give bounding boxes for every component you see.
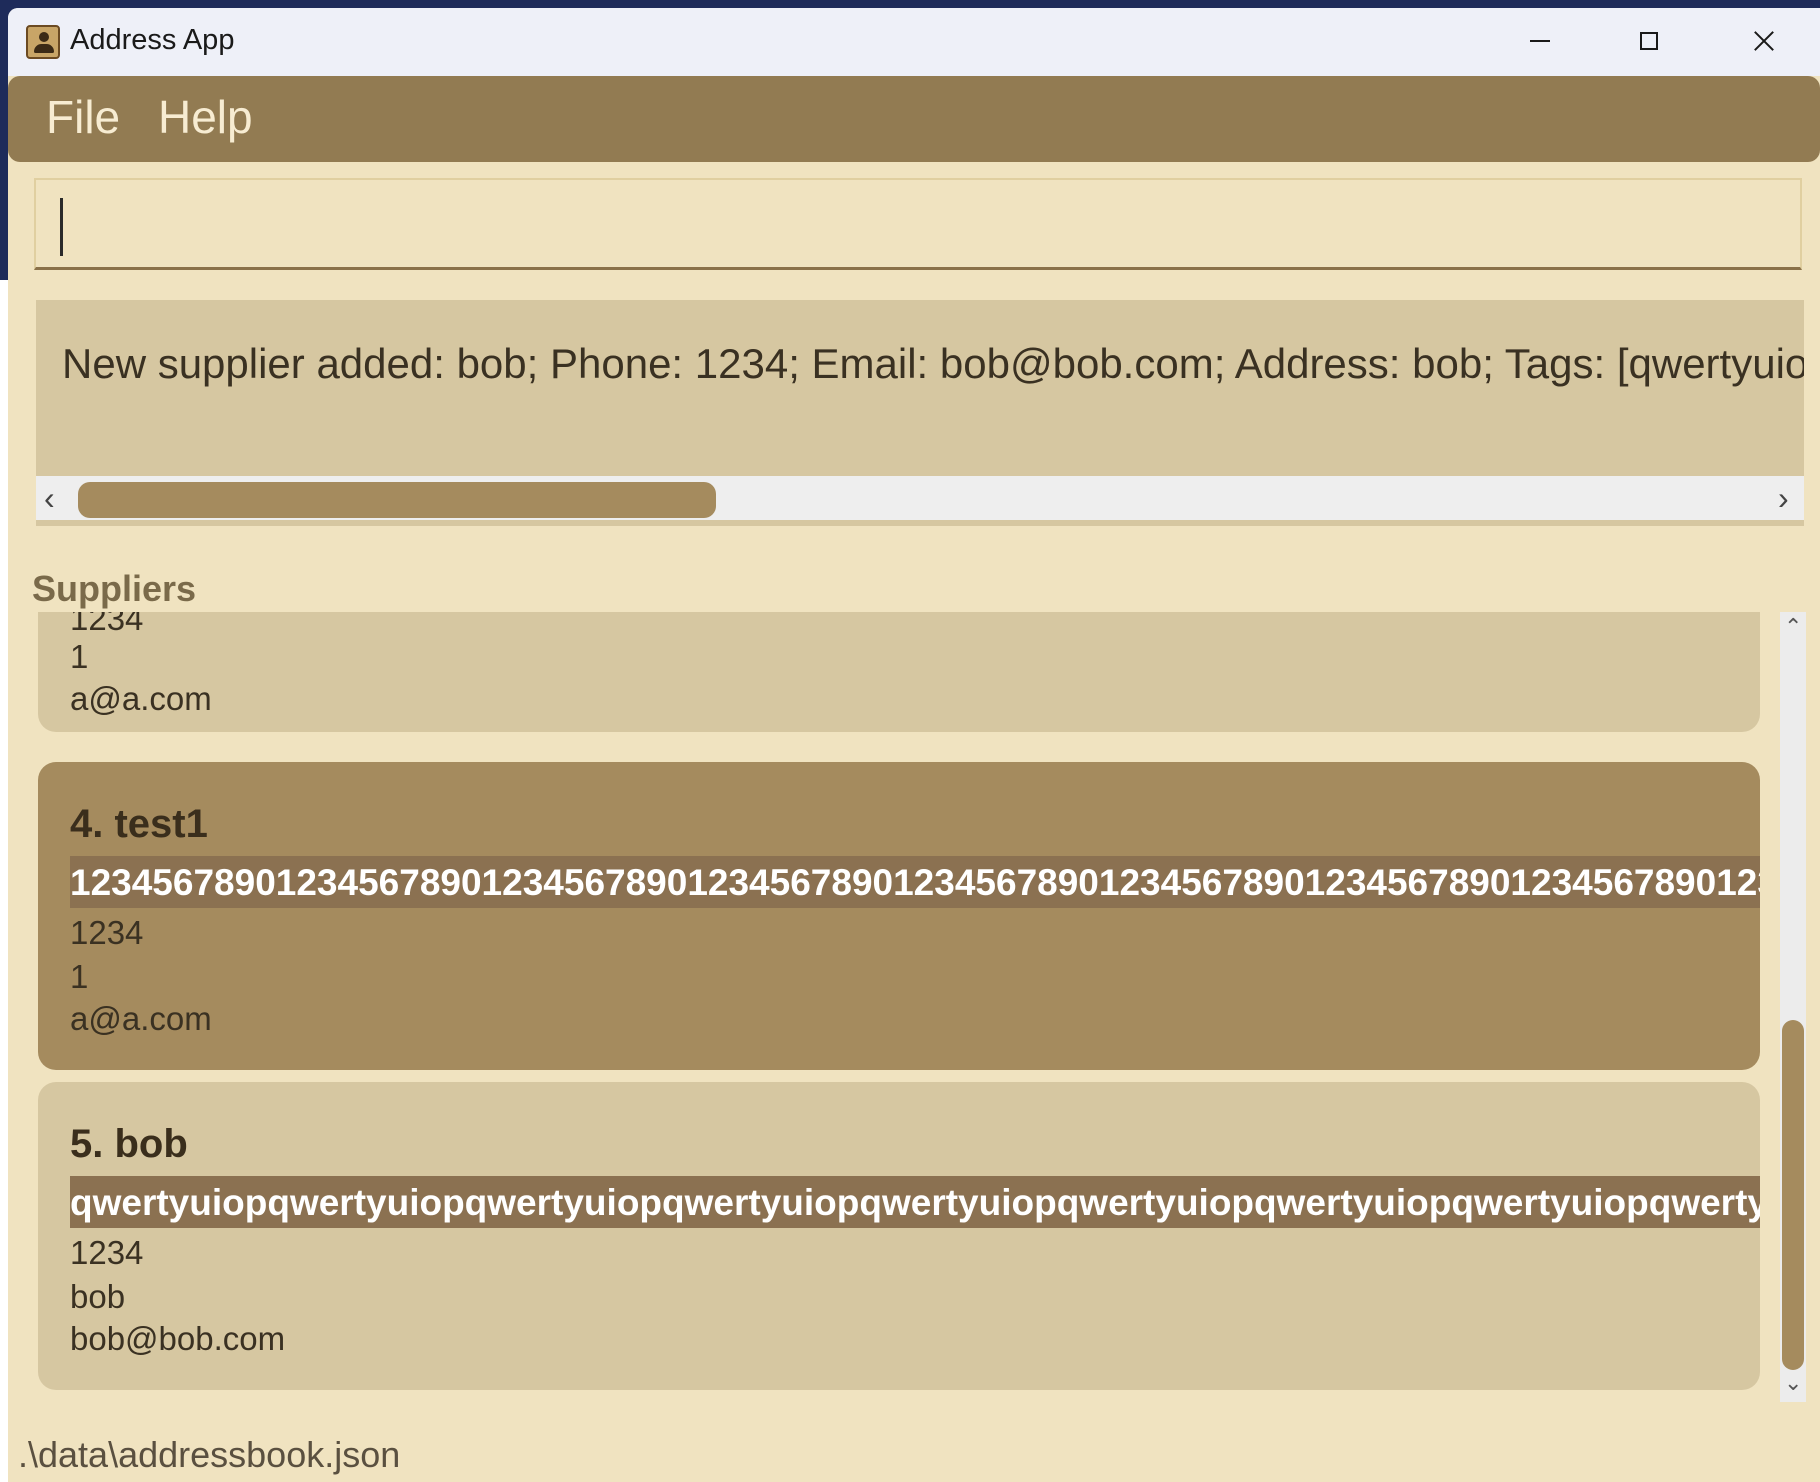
supplier-tag-label: 1234567890123456789012345678901234567890… [70,862,1760,903]
status-bar-path: .\data\addressbook.json [18,1434,401,1475]
menu-help[interactable]: Help [158,90,253,144]
supplier-tag: 1234567890123456789012345678901234567890… [70,856,1760,908]
result-horizontal-scrollbar[interactable]: ‹ › [36,476,1804,520]
supplier-tag-label: qwertyuiopqwertyuiopqwertyuiopqwertyuiop… [70,1182,1760,1223]
result-display: New supplier added: bob; Phone: 1234; Em… [36,300,1804,526]
title-bar[interactable]: Address App [8,8,1820,76]
supplier-name: 5. bob [70,1122,188,1166]
menu-file[interactable]: File [46,90,120,144]
supplier-tag: qwertyuiopqwertyuiopqwertyuiopqwertyuiop… [70,1176,1760,1228]
supplier-email: bob@bob.com [70,1320,286,1357]
supplier-list-scrollbar[interactable]: ⌃ ⌄ [1780,612,1806,1402]
window-title: Address App [70,24,235,56]
supplier-phone: 1234 [70,1234,144,1271]
supplier-email: a@a.com [70,1000,212,1037]
menu-bar: File Help [8,76,1820,162]
app-window: Address App File Help New supplier added… [8,8,1820,1482]
result-message: New supplier added: bob; Phone: 1234; Em… [62,340,1804,387]
supplier-card[interactable]: 5. bob qwertyuiopqwertyuiopqwertyuiopqwe… [38,1082,1760,1390]
supplier-name: 4. test1 [70,802,208,846]
horizontal-scroll-thumb[interactable] [78,482,716,518]
scroll-down-icon[interactable]: ⌄ [1784,1370,1802,1396]
text-caret [60,198,63,256]
scroll-right-icon[interactable]: › [1778,482,1789,514]
supplier-list: 1234 1 a@a.com 4. test1 1234567890123456… [36,612,1776,1402]
command-input[interactable] [34,178,1802,270]
supplier-card-selected[interactable]: 4. test1 1234567890123456789012345678901… [38,762,1760,1070]
vertical-scroll-thumb[interactable] [1782,1020,1804,1370]
supplier-address: bob [70,1278,126,1315]
supplier-address: 1 [70,958,89,995]
close-button[interactable] [1708,8,1818,76]
minimize-button[interactable] [1486,8,1596,76]
supplier-email: a@a.com [70,680,212,717]
supplier-address: 1 [70,638,89,675]
maximize-button[interactable] [1596,8,1706,76]
address-book-icon [26,25,60,59]
supplier-card[interactable]: 1234 1 a@a.com [38,612,1760,732]
minimize-icon [1530,40,1550,42]
scroll-left-icon[interactable]: ‹ [44,482,55,514]
supplier-phone: 1234 [70,914,144,951]
scroll-up-icon[interactable]: ⌃ [1784,614,1802,640]
supplier-phone: 1234 [70,612,144,637]
maximize-icon [1640,32,1658,50]
supplier-list-title: Suppliers [32,568,197,609]
